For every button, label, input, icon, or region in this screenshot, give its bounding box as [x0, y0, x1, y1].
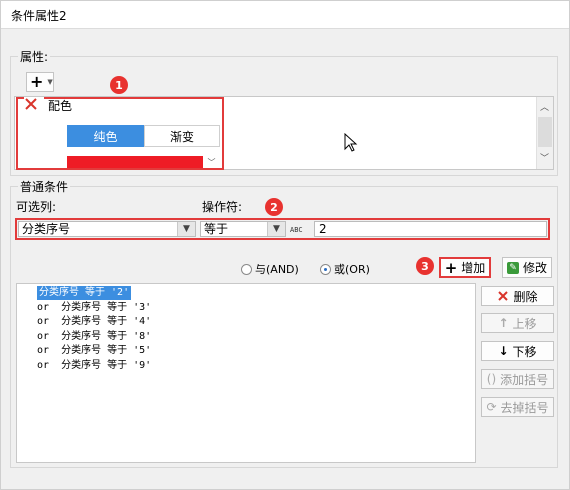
radio-and[interactable]: 与(AND) [241, 261, 299, 277]
radio-and-label: 与(AND) [255, 263, 299, 276]
operator-label: 操作符: [202, 200, 243, 214]
annotation-marker-1: 1 [110, 76, 128, 94]
annotation-marker-2: 2 [265, 198, 283, 216]
window-title: 条件属性2 [11, 9, 67, 23]
column-select[interactable]: 分类序号 ▼ [18, 221, 196, 237]
mouse-cursor-icon [344, 133, 358, 152]
scroll-thumb[interactable] [538, 117, 552, 147]
plus-icon: + [30, 72, 44, 91]
condition-list-rows: 分类序号 等于 '2' or 分类序号 等于 '3' or 分类序号 等于 '4' o… [37, 286, 467, 386]
remove-bracket-icon: ⟳ [486, 400, 497, 414]
move-down-button[interactable]: ↓ 下移 [481, 341, 554, 361]
operator-select-value: 等于 [204, 222, 229, 236]
tab-gradient-label: 渐变 [169, 129, 194, 144]
radio-or[interactable]: 或(OR) [320, 261, 370, 277]
value-input[interactable]: 2 [314, 221, 547, 237]
bracket-icon: () [486, 372, 497, 386]
condition-list-item[interactable]: or 分类序号 等于 '9' [37, 359, 151, 373]
chevron-down-icon[interactable]: ▼ [267, 222, 285, 236]
color-swatch[interactable] [67, 156, 203, 168]
value-input-text: 2 [319, 222, 327, 236]
title-bar: 条件属性2 [1, 1, 569, 29]
condition-group-label: 普通条件 [18, 178, 71, 195]
add-bracket-label: 添加括号 [500, 372, 549, 387]
condition-list[interactable]: 分类序号 等于 '2' or 分类序号 等于 '3' or 分类序号 等于 '4' o… [16, 283, 476, 463]
edit-icon: ✎ [506, 261, 519, 274]
add-attribute-button[interactable]: + ▼ [26, 72, 54, 92]
radio-and-circle[interactable] [241, 263, 252, 275]
radio-or-circle[interactable] [320, 263, 331, 275]
scroll-up-icon[interactable]: ︿ [540, 100, 549, 113]
tab-solid[interactable]: 纯色 [67, 125, 144, 147]
column-label: 可选列: [16, 200, 57, 214]
add-condition-button[interactable]: + 增加 [439, 257, 491, 278]
condition-list-item[interactable]: or 分类序号 等于 '5' [37, 344, 151, 358]
attribute-item-label: 配色 [48, 99, 73, 113]
tab-solid-label: 纯色 [93, 129, 118, 144]
chevron-down-icon[interactable]: ▼ [177, 222, 195, 236]
radio-or-label: 或(OR) [334, 263, 370, 276]
arrow-down-icon: ↓ [498, 344, 509, 358]
arrow-up-icon: ↑ [498, 316, 509, 330]
attributes-group-label: 属性: [18, 48, 51, 65]
tab-gradient[interactable]: 渐变 [144, 125, 220, 147]
attribute-scrollbar[interactable]: ︿ ﹀ [536, 97, 553, 169]
color-dropdown-arrow[interactable]: ﹀ [203, 156, 220, 168]
add-condition-label: 增加 [461, 261, 486, 275]
chevron-down-icon: ▼ [47, 78, 53, 86]
move-up-button[interactable]: ↑ 上移 [481, 313, 554, 333]
scroll-down-icon[interactable]: ﹀ [540, 151, 549, 164]
plus-icon: + [444, 258, 458, 277]
close-icon [25, 98, 37, 110]
add-bracket-button[interactable]: () 添加括号 [481, 369, 554, 389]
abc-icon: ABC [290, 226, 303, 234]
value-type-button[interactable]: ABC [290, 220, 312, 238]
condition-list-item[interactable]: or 分类序号 等于 '4' [37, 315, 151, 329]
move-up-label: 上移 [512, 316, 537, 331]
modify-button[interactable]: ✎ 修改 [502, 257, 552, 278]
modify-button-label: 修改 [522, 261, 547, 275]
delete-button-label: 删除 [513, 289, 538, 304]
column-select-value: 分类序号 [22, 222, 71, 236]
delete-button[interactable]: 删除 [481, 286, 554, 306]
move-down-label: 下移 [512, 344, 537, 359]
annotation-marker-3: 3 [416, 257, 434, 275]
operator-select[interactable]: 等于 ▼ [200, 221, 286, 237]
remove-bracket-label: 去掉括号 [500, 400, 549, 415]
close-icon [498, 291, 509, 301]
condition-list-item[interactable]: 分类序号 等于 '2' [37, 286, 132, 300]
remove-bracket-button[interactable]: ⟳ 去掉括号 [481, 397, 554, 417]
condition-list-item[interactable]: or 分类序号 等于 '3' [37, 301, 151, 315]
condition-list-item[interactable]: or 分类序号 等于 '8' [37, 330, 151, 344]
remove-attribute-button[interactable] [24, 97, 44, 111]
